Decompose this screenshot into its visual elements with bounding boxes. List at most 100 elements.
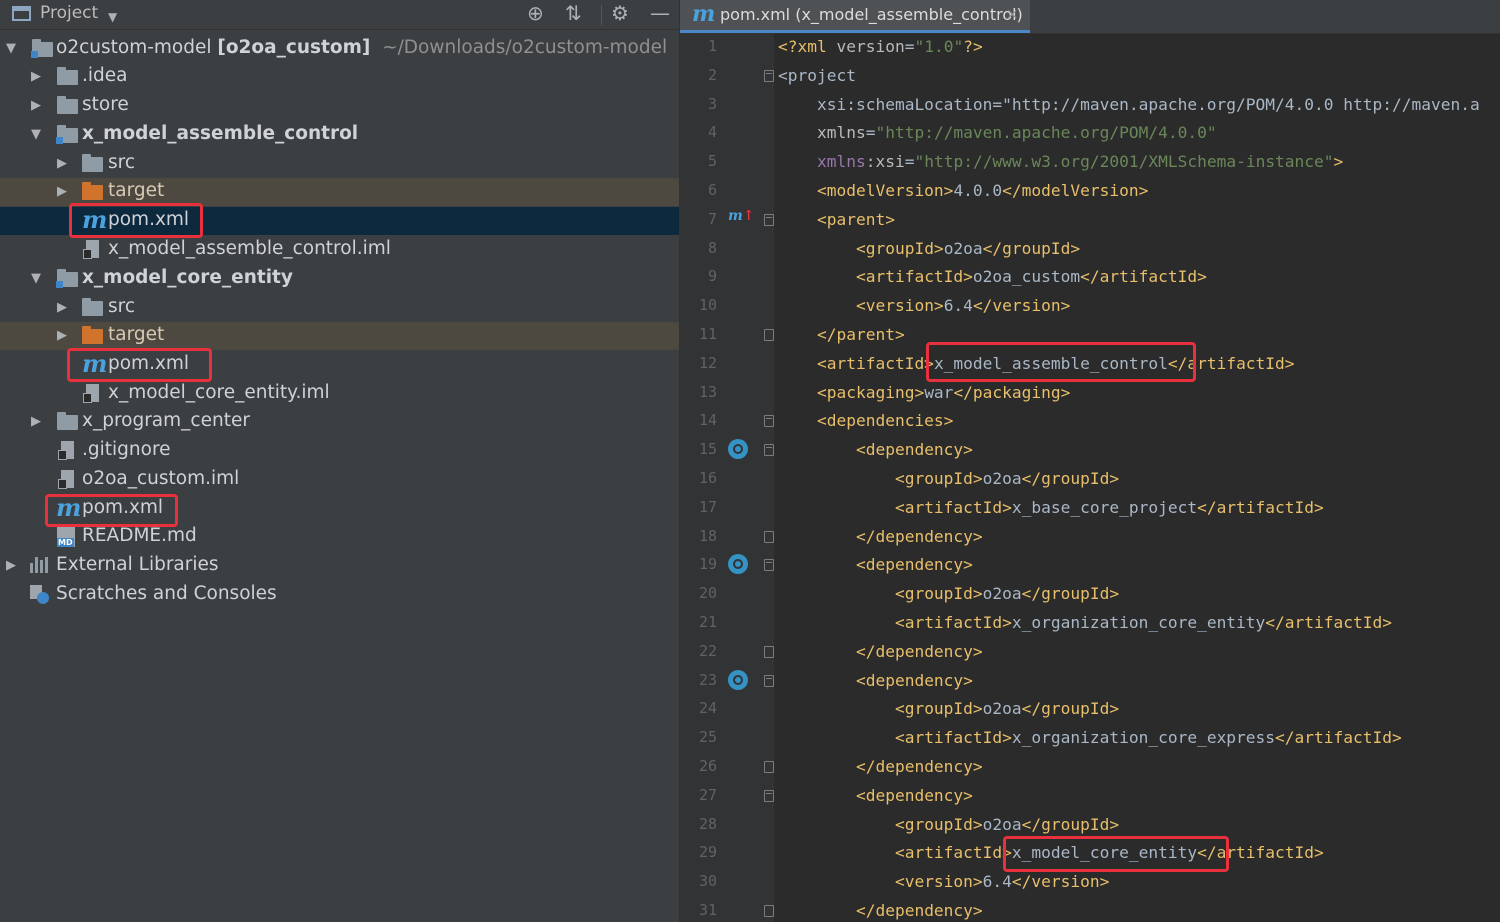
code-line[interactable]: 7 m↑ <parent> xyxy=(680,206,1500,235)
dependency-gutter-icon[interactable] xyxy=(728,439,748,460)
chevron-right-icon[interactable]: ▶ xyxy=(57,328,67,343)
code-line[interactable]: 9 <artifactId>o2oa_custom</artifactId> xyxy=(680,263,1500,292)
tree-item-target[interactable]: ▶ target xyxy=(0,178,679,206)
code-text[interactable]: <artifactId>o2oa_custom</artifactId> xyxy=(778,267,1207,286)
code-line[interactable]: 22 </dependency> xyxy=(680,638,1500,667)
code-line[interactable]: 4 xmlns="http://maven.apache.org/POM/4.0… xyxy=(680,119,1500,148)
code-line[interactable]: 1 <?xml version="1.0"?> xyxy=(680,33,1500,62)
code-line[interactable]: 6 <modelVersion>4.0.0</modelVersion> xyxy=(680,177,1500,206)
fold-marker-icon[interactable] xyxy=(764,559,774,572)
chevron-down-icon[interactable]: ▼ xyxy=(6,41,16,56)
tree-item-idea[interactable]: ▶ .idea xyxy=(0,63,679,91)
code-text[interactable]: <packaging>war</packaging> xyxy=(778,383,1070,402)
tree-item-readme[interactable]: MD README.md xyxy=(0,523,679,551)
code-line[interactable]: 30 <version>6.4</version> xyxy=(680,868,1500,897)
code-editor[interactable]: m pom.xml (x_model_assemble_control) × 1… xyxy=(680,0,1500,922)
code-text[interactable]: <version>6.4</version> xyxy=(778,296,1070,315)
fold-marker-icon[interactable] xyxy=(764,761,774,773)
tree-item-iml[interactable]: o2oa_custom.iml xyxy=(0,466,679,494)
code-text[interactable]: <modelVersion>4.0.0</modelVersion> xyxy=(778,181,1148,200)
close-icon[interactable]: × xyxy=(1006,5,1019,23)
tree-item-src[interactable]: ▶ src xyxy=(0,150,679,178)
code-text[interactable]: <dependency> xyxy=(778,555,973,574)
code-text[interactable]: </dependency> xyxy=(778,901,983,920)
tree-item-scratches[interactable]: Scratches and Consoles xyxy=(0,581,679,609)
code-line[interactable]: 18 </dependency> xyxy=(680,523,1500,552)
tree-item-x-model-assemble-control[interactable]: ▼ x_model_assemble_control xyxy=(0,121,679,149)
code-text[interactable]: <artifactId>x_base_core_project</artifac… xyxy=(778,498,1324,517)
fold-marker-icon[interactable] xyxy=(764,444,774,457)
code-text[interactable]: </dependency> xyxy=(778,527,983,546)
chevron-right-icon[interactable]: ▶ xyxy=(57,156,67,171)
code-text[interactable]: <groupId>o2oa</groupId> xyxy=(778,584,1119,603)
code-text[interactable]: <dependency> xyxy=(778,440,973,459)
code-text[interactable]: </parent> xyxy=(778,325,905,344)
tree-item-root[interactable]: ▼ o2custom-model [o2oa_custom] ~/Downloa… xyxy=(0,35,679,63)
code-line[interactable]: 14 <dependencies> xyxy=(680,407,1500,436)
code-text[interactable]: <version>6.4</version> xyxy=(778,872,1109,891)
chevron-down-icon[interactable]: ▼ xyxy=(31,271,41,286)
code-text[interactable]: xmlns="http://maven.apache.org/POM/4.0.0… xyxy=(778,123,1217,142)
collapse-all-icon[interactable]: ⇅ xyxy=(565,2,582,24)
tree-item-iml[interactable]: x_model_assemble_control.iml xyxy=(0,236,679,264)
maven-parent-icon[interactable]: m↑ xyxy=(728,208,755,224)
chevron-down-icon[interactable]: ▼ xyxy=(108,6,117,28)
tree-item-src[interactable]: ▶ src xyxy=(0,294,679,322)
code-line[interactable]: 31 </dependency> xyxy=(680,897,1500,922)
chevron-right-icon[interactable]: ▶ xyxy=(57,184,67,199)
chevron-right-icon[interactable]: ▶ xyxy=(31,414,41,429)
gear-icon[interactable]: ⚙ xyxy=(611,2,629,24)
tree-item-external-libraries[interactable]: ▶ External Libraries xyxy=(0,552,679,580)
tree-item-x-program-center[interactable]: ▶ x_program_center xyxy=(0,408,679,436)
tree-item-gitignore[interactable]: .gitignore xyxy=(0,437,679,465)
code-text[interactable]: <groupId>o2oa</groupId> xyxy=(778,699,1119,718)
code-line[interactable]: 3 xsi:schemaLocation="http://maven.apach… xyxy=(680,91,1500,120)
code-line[interactable]: 24 <groupId>o2oa</groupId> xyxy=(680,695,1500,724)
code-line[interactable]: 10 <version>6.4</version> xyxy=(680,292,1500,321)
locate-icon[interactable]: ⊕ xyxy=(527,2,544,24)
chevron-right-icon[interactable]: ▶ xyxy=(31,69,41,84)
chevron-right-icon[interactable]: ▶ xyxy=(57,300,67,315)
code-line[interactable]: 20 <groupId>o2oa</groupId> xyxy=(680,580,1500,609)
code-text[interactable]: <dependency> xyxy=(778,786,973,805)
fold-marker-icon[interactable] xyxy=(764,530,774,543)
code-line[interactable]: 21 <artifactId>x_organization_core_entit… xyxy=(680,609,1500,638)
code-text[interactable]: <artifactId>x_organization_core_express<… xyxy=(778,728,1402,747)
fold-marker-icon[interactable] xyxy=(764,69,774,82)
tree-item-x-model-core-entity[interactable]: ▼ x_model_core_entity xyxy=(0,265,679,293)
tree-item-store[interactable]: ▶ store xyxy=(0,92,679,120)
code-line[interactable]: 2 <project xyxy=(680,62,1500,91)
chevron-right-icon[interactable]: ▶ xyxy=(31,98,41,113)
fold-marker-icon[interactable] xyxy=(764,415,774,428)
code-text[interactable]: <dependency> xyxy=(778,671,973,690)
code-line[interactable]: 15 <dependency> xyxy=(680,436,1500,465)
chevron-down-icon[interactable]: ▼ xyxy=(31,127,41,142)
tab-pom-xml[interactable]: m pom.xml (x_model_assemble_control) × xyxy=(680,0,1030,33)
code-text[interactable]: xsi:schemaLocation="http://maven.apache.… xyxy=(778,95,1480,114)
fold-marker-icon[interactable] xyxy=(764,789,774,802)
code-line[interactable]: 25 <artifactId>x_organization_core_expre… xyxy=(680,724,1500,753)
code-line[interactable]: 23 <dependency> xyxy=(680,667,1500,696)
code-text[interactable]: <?xml version="1.0"?> xyxy=(778,37,983,56)
fold-marker-icon[interactable] xyxy=(764,905,774,917)
fold-marker-icon[interactable] xyxy=(764,674,774,687)
fold-marker-icon[interactable] xyxy=(764,213,774,226)
code-line[interactable]: 5 xmlns:xsi="http://www.w3.org/2001/XMLS… xyxy=(680,148,1500,177)
hide-panel-icon[interactable]: — xyxy=(650,2,670,24)
code-text[interactable]: <groupId>o2oa</groupId> xyxy=(778,815,1119,834)
dependency-gutter-icon[interactable] xyxy=(728,669,748,690)
code-line[interactable]: 26 </dependency> xyxy=(680,753,1500,782)
tree-item-target[interactable]: ▶ target xyxy=(0,322,679,350)
dependency-gutter-icon[interactable] xyxy=(728,554,748,575)
project-view-title[interactable]: Project xyxy=(40,3,98,23)
code-text[interactable]: <project xyxy=(778,66,856,85)
code-line[interactable]: 27 <dependency> xyxy=(680,782,1500,811)
code-text[interactable]: <artifactId>x_organization_core_entity</… xyxy=(778,613,1392,632)
code-line[interactable]: 17 <artifactId>x_base_core_project</arti… xyxy=(680,494,1500,523)
code-text[interactable]: <parent> xyxy=(778,210,895,229)
fold-marker-icon[interactable] xyxy=(764,645,774,658)
code-text[interactable]: </dependency> xyxy=(778,757,983,776)
chevron-right-icon[interactable]: ▶ xyxy=(6,558,16,573)
code-line[interactable]: 16 <groupId>o2oa</groupId> xyxy=(680,465,1500,494)
code-text[interactable]: xmlns:xsi="http://www.w3.org/2001/XMLSch… xyxy=(778,152,1343,171)
